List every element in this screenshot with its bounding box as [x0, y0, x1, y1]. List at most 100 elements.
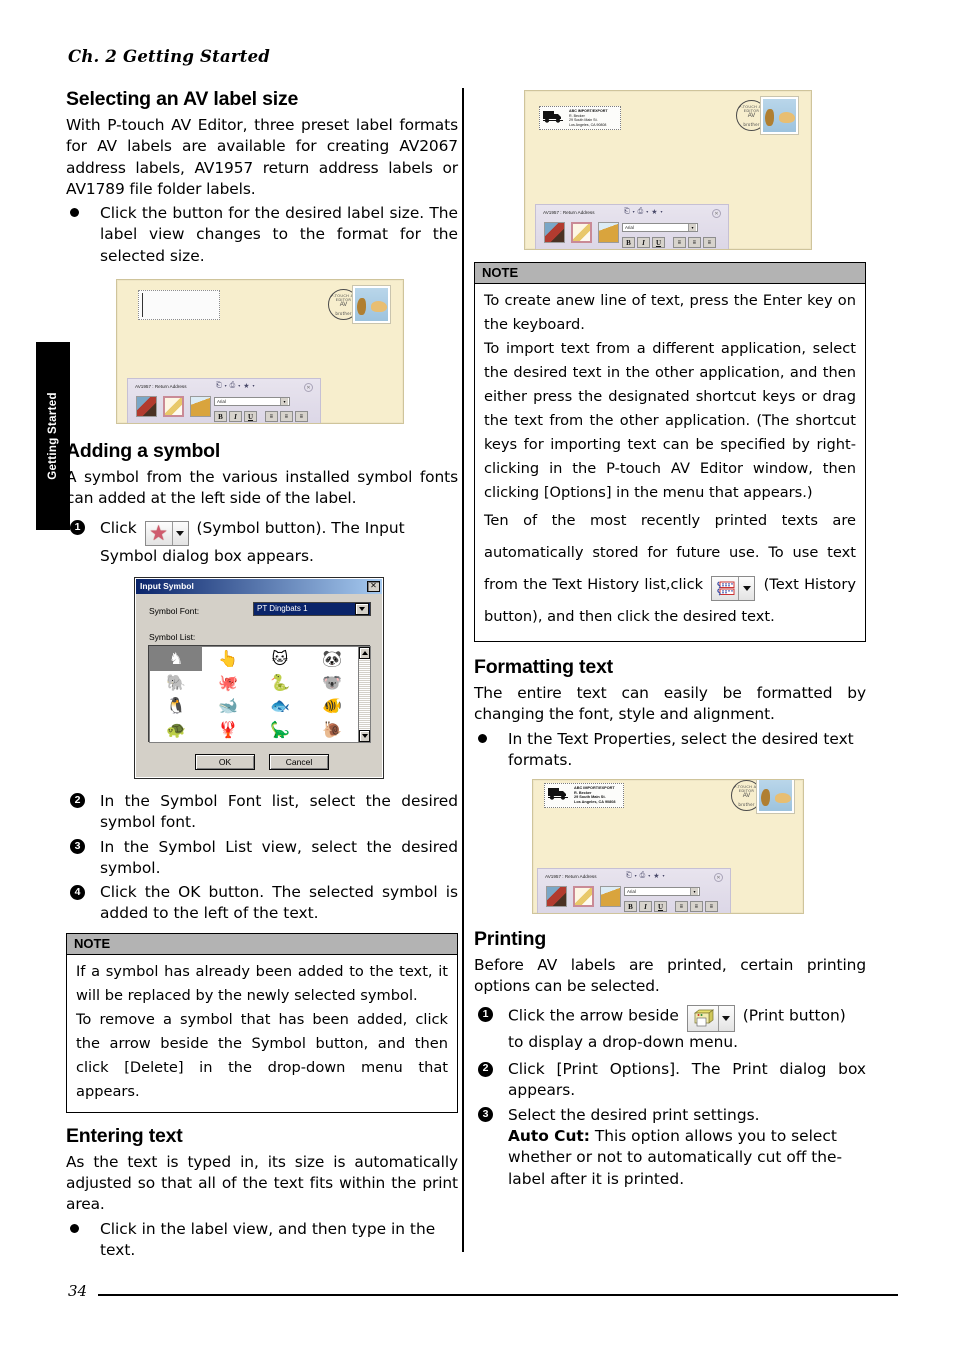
text-history-icon[interactable] — [712, 577, 740, 600]
label-size-tile-file-folder[interactable] — [600, 886, 621, 908]
symbol-cell[interactable]: 🐋 — [202, 694, 254, 718]
scrollbar-track[interactable] — [359, 658, 370, 730]
symbol-font-select[interactable]: PT Dingbats 1 — [253, 601, 371, 616]
symbol-cell[interactable]: 🐢 — [150, 718, 202, 742]
symbol-star-icon[interactable]: ★ — [651, 208, 657, 216]
align-left-button[interactable]: ≡ — [265, 411, 278, 423]
bold-button[interactable]: B — [214, 411, 227, 423]
align-right-button[interactable]: ≡ — [703, 237, 716, 248]
symbol-star-icon[interactable]: ★ — [653, 872, 659, 880]
chevron-down-icon[interactable] — [739, 577, 754, 600]
symbol-cell[interactable]: 🦞 — [202, 718, 254, 742]
symbol-cell[interactable]: 🐟 — [254, 694, 306, 718]
symbol-cell[interactable]: 🐘 — [150, 671, 202, 695]
symbol-cell[interactable]: 🐠 — [306, 694, 358, 718]
step-number-2: 2 — [474, 1059, 508, 1080]
symbol-cell[interactable]: 🦕 — [254, 718, 306, 742]
panel-toolbar-icons[interactable]: ⎗ ▾ ⎙ ▾ ★ ▾ — [624, 207, 663, 216]
font-select[interactable]: Arial ▾ — [214, 397, 290, 407]
symbol-cell[interactable]: 🐧 — [150, 694, 202, 718]
symbol-cell[interactable]: 🐱 — [254, 647, 306, 671]
input-symbol-dialog[interactable]: Input Symbol ✕ Symbol Font: PT Dingbats … — [134, 576, 384, 779]
symbol-cell[interactable]: 🐍 — [254, 671, 306, 695]
scroll-up-icon[interactable] — [359, 646, 370, 659]
panel-toolbar-icons[interactable]: ⎗ ▾ ⎙ ▾ ★ ▾ — [626, 871, 665, 880]
print-icon[interactable]: ⎙ — [638, 207, 644, 216]
note-box-text: NOTE To create anew line of text, press … — [474, 262, 866, 642]
align-right-button[interactable]: ≡ — [705, 901, 718, 913]
label-size-tile-file-folder[interactable] — [598, 222, 619, 243]
star-icon[interactable]: ★ — [146, 521, 173, 545]
dog-stamp-image — [756, 780, 795, 815]
align-center-button[interactable]: ≡ — [280, 411, 293, 423]
underline-button[interactable]: U — [244, 411, 257, 423]
font-dropdown-icon[interactable]: ▾ — [690, 888, 698, 896]
auto-cut-label: Auto Cut: — [508, 1126, 590, 1145]
new-label-icon[interactable]: ⎗ — [626, 871, 632, 880]
italic-button[interactable]: I — [229, 411, 242, 423]
align-right-button[interactable]: ≡ — [295, 411, 308, 423]
chevron-down-icon[interactable] — [719, 1006, 734, 1031]
new-label-icon[interactable]: ⎗ — [216, 381, 222, 390]
bold-button[interactable]: B — [622, 237, 635, 248]
print-button-chip[interactable] — [686, 1004, 735, 1032]
label-size-tiles[interactable] — [544, 222, 619, 243]
heading-selecting-av-label-size: Selecting an AV label size — [66, 88, 299, 110]
heading-adding-a-symbol: Adding a symbol — [66, 440, 221, 463]
font-dropdown-icon[interactable]: ▾ — [280, 398, 288, 406]
address-line-1: ABC IMPORT/EXPORT — [569, 109, 608, 113]
panel-close-icon[interactable]: ✕ — [304, 383, 313, 393]
close-icon[interactable]: ✕ — [367, 580, 380, 592]
symbol-cell[interactable]: 🐨 — [306, 671, 358, 695]
label-size-tile-return-address[interactable] — [573, 886, 594, 908]
chevron-down-icon[interactable] — [355, 602, 369, 615]
ok-button[interactable]: OK — [195, 753, 255, 770]
panel-toolbar-icons[interactable]: ⎗ ▾ ⎙ ▾ ★ ▾ — [216, 381, 255, 390]
label-size-tiles[interactable] — [136, 396, 211, 418]
align-center-button[interactable]: ≡ — [690, 901, 703, 913]
print-icon[interactable]: ⎙ — [640, 871, 646, 880]
style-buttons[interactable]: B I U ≡ ≡ ≡ — [624, 901, 718, 913]
label-size-tile-file-folder[interactable] — [190, 396, 211, 418]
font-select[interactable]: Arial ▾ — [624, 887, 700, 897]
print-icon[interactable]: ⎙ — [230, 381, 236, 390]
symbol-star-icon[interactable]: ★ — [243, 382, 249, 390]
text-history-button-chip[interactable] — [711, 576, 756, 601]
font-select[interactable]: Arial ▾ — [622, 223, 698, 232]
new-label-icon[interactable]: ⎗ — [624, 207, 630, 216]
chevron-down-icon[interactable] — [173, 522, 188, 545]
italic-button[interactable]: I — [637, 237, 650, 248]
symbol-cell[interactable]: 👆 — [202, 647, 254, 671]
label-size-tile-return-address[interactable] — [571, 222, 592, 243]
underline-button[interactable]: U — [652, 237, 665, 248]
symbol-grid[interactable]: ♞ 👆 🐱 🐼 🐘 🐙 🐍 🐨 🐧 🐋 🐟 🐠 🐢 🦞 🦕 🐌 — [150, 646, 358, 742]
underline-button[interactable]: U — [654, 901, 667, 913]
symbol-cell[interactable]: ♞ — [150, 646, 202, 671]
label-size-tile-address[interactable] — [544, 222, 565, 243]
label-size-tile-address[interactable] — [546, 886, 567, 908]
italic-button[interactable]: I — [639, 901, 652, 913]
style-buttons[interactable]: B I U ≡ ≡ ≡ — [214, 411, 308, 423]
symbol-cell[interactable]: 🐙 — [202, 671, 254, 695]
symbol-cell[interactable]: 🐌 — [306, 718, 358, 742]
panel-close-icon[interactable]: ✕ — [712, 209, 721, 218]
panel-close-icon[interactable]: ✕ — [714, 873, 723, 883]
dialog-titlebar: Input Symbol ✕ — [136, 578, 382, 594]
scroll-down-icon[interactable] — [359, 729, 370, 742]
align-left-button[interactable]: ≡ — [673, 237, 686, 248]
cancel-button[interactable]: Cancel — [269, 753, 329, 770]
label-size-tiles[interactable] — [546, 886, 621, 908]
label-size-tile-return-address[interactable] — [163, 396, 184, 418]
font-dropdown-icon[interactable]: ▾ — [688, 224, 696, 231]
printer-icon[interactable] — [688, 1005, 719, 1031]
symbol-list-scrollbar[interactable] — [358, 646, 370, 742]
symbol-cell[interactable]: 🐼 — [306, 647, 358, 671]
symbol-button-chip[interactable]: ★ — [144, 520, 189, 546]
bold-button[interactable]: B — [624, 901, 637, 913]
label-size-tile-address[interactable] — [136, 396, 157, 418]
align-left-button[interactable]: ≡ — [675, 901, 688, 913]
style-buttons[interactable]: B I U ≡ ≡ ≡ — [622, 237, 716, 248]
align-center-button[interactable]: ≡ — [688, 237, 701, 248]
symbol-list-view[interactable]: ♞ 👆 🐱 🐼 🐘 🐙 🐍 🐨 🐧 🐋 🐟 🐠 🐢 🦞 🦕 🐌 — [149, 645, 371, 743]
label-view-with-address: ABC IMPORT/EXPORT R. Becker 29 South Mai… — [524, 90, 812, 250]
